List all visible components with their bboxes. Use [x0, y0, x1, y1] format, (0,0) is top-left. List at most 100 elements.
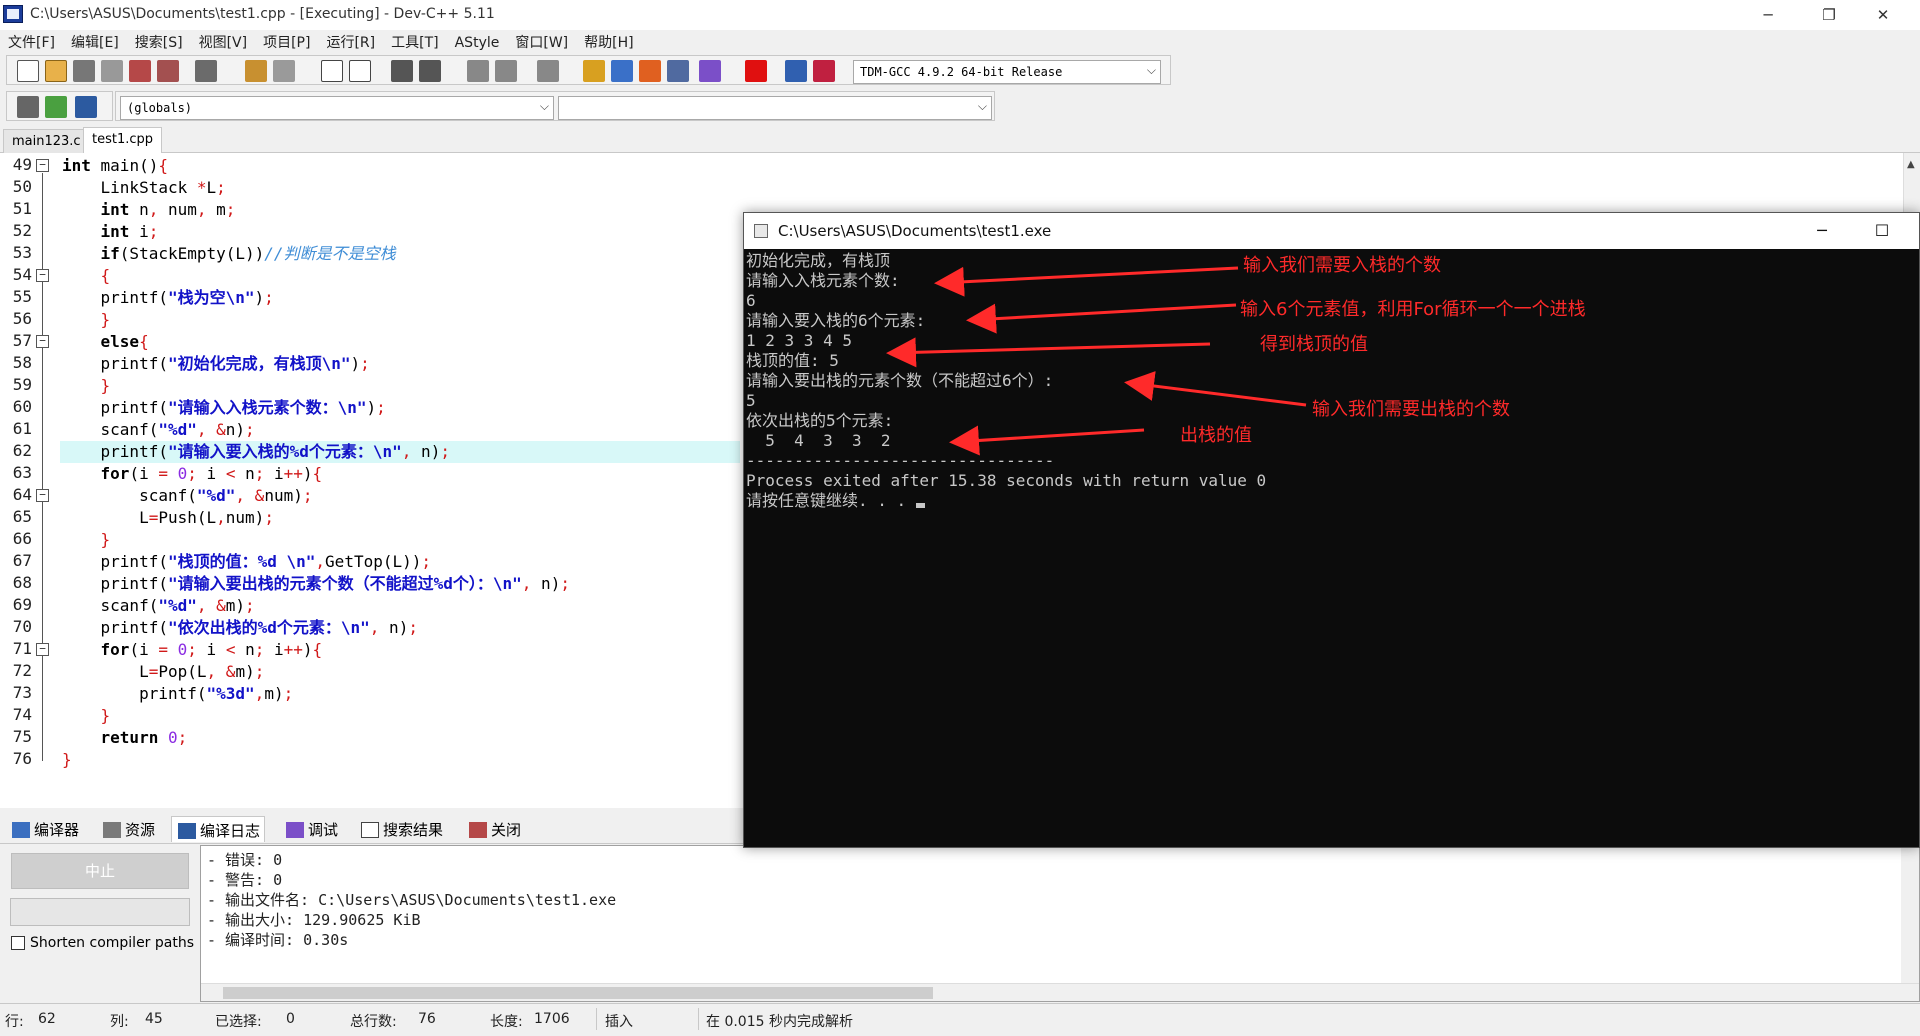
window-title: C:\Users\ASUS\Documents\test1.cpp - [Exe…: [30, 6, 495, 22]
line-number: 63: [12, 463, 32, 482]
code-line: scanf("%d", &num);: [62, 486, 313, 505]
scope-select[interactable]: (globals) ⌵: [120, 96, 554, 120]
save-icon[interactable]: [73, 60, 95, 82]
menu-project[interactable]: 项目[P]: [263, 30, 310, 52]
check-icon: [286, 822, 304, 838]
compiler-select[interactable]: TDM-GCC 4.9.2 64-bit Release ⌵: [853, 60, 1161, 84]
tab-close[interactable]: 关闭: [463, 816, 525, 842]
menu-run[interactable]: 运行[R]: [326, 30, 375, 52]
menu-edit[interactable]: 编辑[E]: [71, 30, 119, 52]
stop-execution-icon[interactable]: [745, 60, 767, 82]
undo-icon[interactable]: [245, 60, 267, 82]
tab-test1[interactable]: test1.cpp: [83, 127, 163, 154]
fold-toggle-icon[interactable]: −: [36, 269, 49, 282]
comment-icon[interactable]: [537, 60, 559, 82]
log-line: - 输出大小: 129.90625 KiB: [207, 911, 421, 929]
new-file-icon[interactable]: [17, 60, 39, 82]
insert-icon[interactable]: [17, 96, 39, 118]
code-line: }: [100, 706, 111, 725]
console-line: 初始化完成，有栈顶: [746, 251, 891, 270]
shorten-paths-checkbox[interactable]: [11, 936, 25, 950]
console-line: 6: [746, 291, 756, 310]
tab-compile-log[interactable]: 编译日志: [171, 816, 266, 842]
console-minimize-button[interactable]: ─: [1799, 215, 1845, 247]
console-last-line: 请按任意键继续. . .: [746, 491, 925, 511]
console-app-icon: [754, 224, 768, 238]
fold-toggle-icon[interactable]: −: [36, 489, 49, 502]
console-maximize-button[interactable]: ☐: [1859, 215, 1905, 247]
menu-search[interactable]: 搜索[S]: [135, 30, 183, 52]
chevron-down-icon: ⌵: [1146, 63, 1156, 77]
toolbar-group: (globals) ⌵ ⌵: [115, 91, 995, 121]
run-icon[interactable]: [667, 60, 689, 82]
status-row-label: 行:: [5, 1014, 24, 1030]
annotation-label: 出栈的值: [1180, 425, 1252, 446]
log-horizontal-scrollbar[interactable]: [201, 983, 1919, 1001]
menu-window[interactable]: 窗口[W]: [515, 30, 568, 52]
shorten-paths-label: Shorten compiler paths: [30, 935, 195, 951]
close-file-icon[interactable]: [129, 60, 151, 82]
find-icon[interactable]: [321, 60, 343, 82]
indent-icon[interactable]: [391, 60, 413, 82]
replace-icon[interactable]: [349, 60, 371, 82]
compile-icon[interactable]: [639, 60, 661, 82]
tab-resources[interactable]: 资源: [97, 816, 159, 842]
chart-icon[interactable]: [785, 60, 807, 82]
tab-main123[interactable]: main123.c: [3, 129, 90, 153]
log-vertical-scrollbar[interactable]: [1901, 846, 1919, 984]
console-line: Process exited after 15.38 seconds with …: [746, 471, 1267, 490]
tab-compiler[interactable]: 编译器: [6, 816, 83, 842]
scroll-up-icon[interactable]: ▲: [1907, 159, 1915, 170]
status-total-label: 总行数:: [350, 1014, 397, 1030]
unindent-icon[interactable]: [419, 60, 441, 82]
redo-icon[interactable]: [273, 60, 295, 82]
menu-file[interactable]: 文件[F]: [8, 30, 55, 52]
line-number: 72: [12, 661, 32, 680]
code-line: L=Push(L,num);: [62, 508, 274, 527]
devcpp-app-icon: [3, 5, 23, 23]
tab-search-results-label: 搜索结果: [383, 821, 444, 839]
new-project-icon[interactable]: [583, 60, 605, 82]
open-file-icon[interactable]: [45, 60, 67, 82]
compile-log[interactable]: - 错误: 0 - 警告: 0 - 输出文件名: C:\Users\ASUS\D…: [200, 845, 1920, 1002]
print-icon[interactable]: [195, 60, 217, 82]
line-number: 58: [12, 353, 32, 372]
compile-run-icon[interactable]: [699, 60, 721, 82]
fold-toggle-icon[interactable]: −: [36, 159, 49, 172]
menu-tools[interactable]: 工具[T]: [391, 30, 438, 52]
code-line: printf("初始化完成，有栈顶\n");: [62, 354, 370, 373]
code-line: else{: [100, 332, 149, 351]
goto-bookmark-icon[interactable]: [495, 60, 517, 82]
tab-debug[interactable]: 调试: [280, 816, 342, 842]
menu-view[interactable]: 视图[V]: [199, 30, 248, 52]
minimize-button[interactable]: ─: [1745, 0, 1791, 30]
bookmark-icon[interactable]: [75, 96, 97, 118]
window-icon[interactable]: [611, 60, 633, 82]
fold-toggle-icon[interactable]: −: [36, 335, 49, 348]
menu-astyle[interactable]: AStyle: [455, 33, 500, 51]
stop-button[interactable]: 中止: [11, 853, 189, 889]
toggle-bookmark-icon[interactable]: [467, 60, 489, 82]
member-select[interactable]: ⌵: [558, 96, 992, 120]
save-all-icon[interactable]: [101, 60, 123, 82]
line-number: 65: [12, 507, 32, 526]
class-toolbar: (globals) ⌵ ⌵: [0, 88, 1920, 122]
console-line: 依次出栈的5个元素:: [746, 411, 894, 430]
close-button[interactable]: ✕: [1860, 0, 1906, 30]
fold-toggle-icon[interactable]: −: [36, 643, 49, 656]
console-title-bar: C:\Users\ASUS\Documents\test1.exe ─ ☐: [744, 213, 1919, 249]
profile-icon[interactable]: [813, 60, 835, 82]
close-all-icon[interactable]: [157, 60, 179, 82]
line-number: 57: [12, 331, 32, 350]
bottom-panel-tabs: 编译器 资源 编译日志 调试 搜索结果 关闭: [0, 813, 745, 843]
tab-search-results[interactable]: 搜索结果: [355, 816, 447, 842]
code-line: }: [62, 750, 72, 769]
chevron-down-icon: ⌵: [539, 99, 549, 113]
menu-help[interactable]: 帮助[H]: [584, 30, 633, 52]
current-code-line: printf("请输入要入栈的%d个元素：\n", n);: [60, 441, 740, 463]
restore-button[interactable]: ❐: [1806, 0, 1852, 30]
scroll-thumb[interactable]: [223, 987, 933, 999]
code-line: printf("栈顶的值：%d \n",GetTop(L));: [62, 552, 432, 571]
goto-line-icon[interactable]: [45, 96, 67, 118]
console-line: 5: [746, 391, 756, 410]
